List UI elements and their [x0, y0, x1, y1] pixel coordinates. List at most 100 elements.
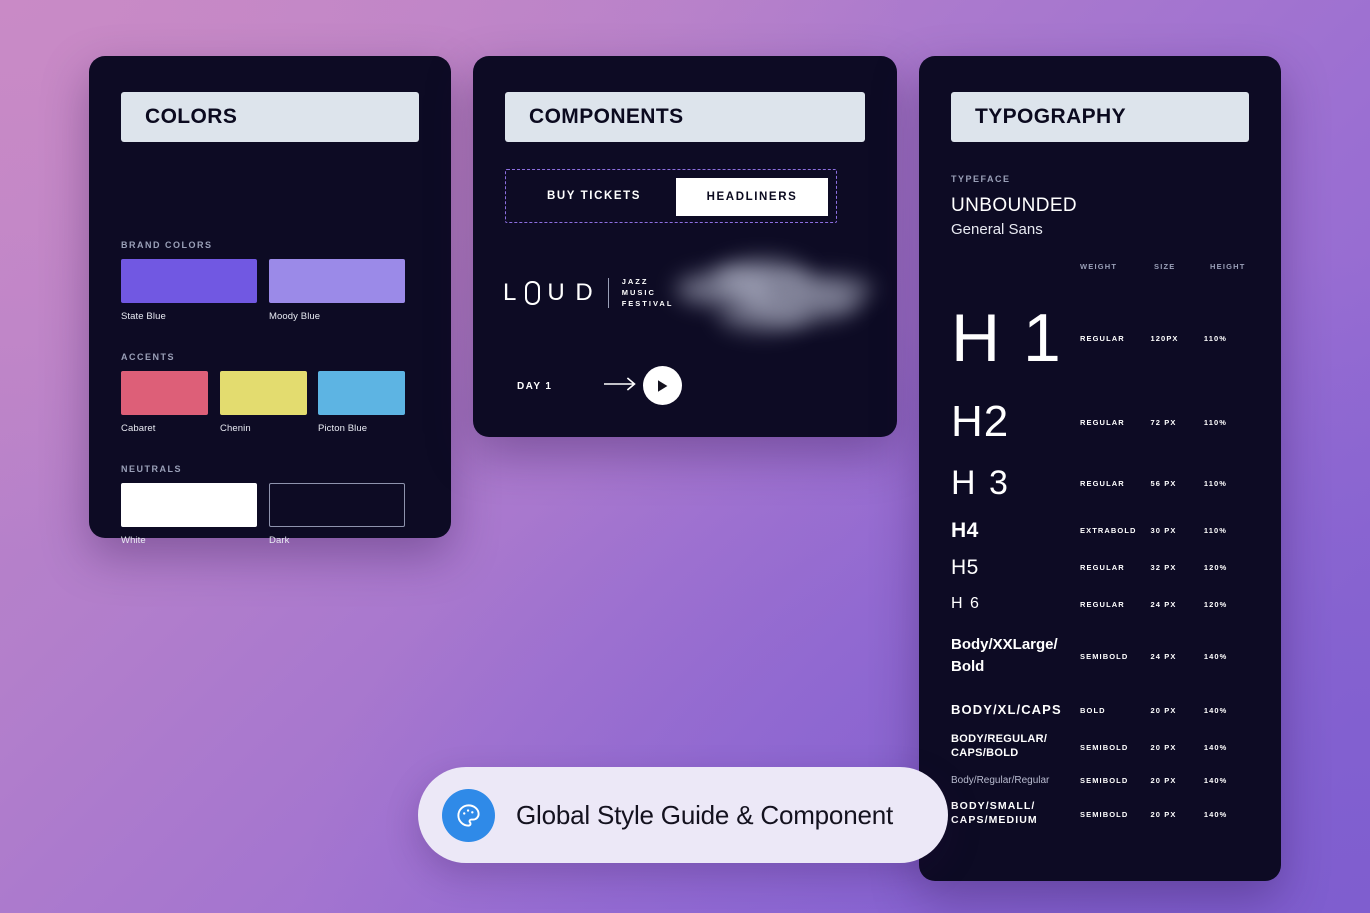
type-row-body-regular-caps: BODY/REGULAR/ CAPS/BOLD SEMIBOLD 20 PX 1… [951, 731, 1261, 763]
type-weight: SEMIBOLD [1080, 651, 1129, 661]
type-row-body-xxlarge: Body/XXLarge/ Bold SEMIBOLD 24 PX 140% [951, 632, 1261, 680]
type-sample: H2 [951, 397, 1010, 446]
type-size: 24 PX [1150, 651, 1177, 661]
logo-subtitle-line1: JAZZ [621, 277, 649, 286]
type-height: 120% [1203, 599, 1228, 609]
type-size: 20 PX [1150, 742, 1177, 752]
swatch-chenin[interactable]: Chenin [220, 371, 307, 434]
column-header-weight: WEIGHT [1080, 262, 1118, 271]
colors-panel-header: COLORS [121, 92, 419, 142]
logo-letter-l: L [503, 279, 519, 307]
typography-panel-title: TYPOGRAPHY [975, 105, 1127, 128]
logo-subtitle-line2: MUSIC [621, 287, 656, 297]
typography-panel-header: TYPOGRAPHY [951, 92, 1249, 142]
logo-o-icon [525, 281, 541, 306]
type-sample: BODY/XL/CAPS [951, 701, 1062, 717]
section-label-accents: ACCENTS [121, 352, 176, 362]
swatch-picton-blue[interactable]: Picton Blue [318, 371, 405, 434]
type-sample: H 1 [951, 300, 1063, 376]
type-sample: H 3 [951, 464, 1010, 502]
headliners-button[interactable]: HEADLINERS [676, 178, 828, 216]
type-weight: SEMIBOLD [1080, 742, 1129, 752]
type-sample: H5 [951, 555, 979, 579]
typeface-secondary-name: General Sans [951, 221, 1043, 238]
play-icon [658, 379, 668, 392]
type-size: 32 PX [1150, 562, 1177, 572]
type-height: 110% [1203, 417, 1228, 427]
type-sample: Body/XXLarge/ Bold [951, 635, 1058, 676]
typography-column-headers: WEIGHT SIZE HEIGHT [1080, 262, 1270, 271]
arrow-right-icon[interactable] [603, 376, 638, 396]
components-panel-header: COMPONENTS [505, 92, 865, 142]
type-size: 20 PX [1150, 705, 1177, 715]
swatch-moody-blue[interactable]: Moody Blue [269, 259, 405, 322]
swatch-name: White [121, 535, 146, 546]
day-label: DAY 1 [517, 380, 553, 392]
play-button[interactable] [643, 366, 682, 405]
type-sample: BODY/SMALL/ CAPS/MEDIUM [951, 800, 1038, 826]
swatch-name: State Blue [121, 311, 166, 322]
caption-text: Global Style Guide & Component [516, 799, 893, 830]
type-size: 72 PX [1150, 417, 1177, 427]
type-height: 110% [1203, 478, 1228, 488]
swatch-dark[interactable]: Dark [269, 483, 405, 546]
type-row-body-small-caps: BODY/SMALL/ CAPS/MEDIUM SEMIBOLD 20 PX 1… [951, 798, 1261, 830]
swatch-chip [269, 483, 405, 527]
type-row-h2: H2 REGULAR 72 PX 110% [951, 396, 1261, 448]
type-row-h6: H 6 REGULAR 24 PX 120% [951, 592, 1261, 616]
type-weight: REGULAR [1080, 478, 1125, 488]
swatch-white[interactable]: White [121, 483, 257, 546]
swatch-chip [318, 371, 405, 415]
column-header-height: HEIGHT [1210, 262, 1246, 271]
section-label-neutrals: NEUTRALS [121, 464, 182, 474]
type-weight: EXTRABOLD [1080, 525, 1137, 535]
type-height: 110% [1203, 525, 1228, 535]
type-row-h1: H 1 REGULAR 120PX 110% [951, 300, 1261, 376]
palette-icon [442, 788, 495, 842]
type-height: 140% [1203, 775, 1228, 785]
loud-logo: L U D JAZZ MUSIC FESTIVAL [503, 277, 673, 310]
type-weight: REGULAR [1080, 417, 1125, 427]
type-size: 120PX [1150, 333, 1179, 343]
logo-wordmark: L U D [503, 279, 595, 307]
type-weight: SEMIBOLD [1080, 775, 1129, 785]
typeface-label: TYPEFACE [951, 174, 1011, 184]
type-size: 24 PX [1150, 599, 1177, 609]
type-row-body-xl-caps: BODY/XL/CAPS BOLD 20 PX 140% [951, 698, 1261, 722]
type-sample: Body/Regular/Regular [951, 774, 1050, 786]
type-size: 20 PX [1150, 809, 1177, 819]
swatch-cabaret[interactable]: Cabaret [121, 371, 208, 434]
type-height: 110% [1203, 333, 1228, 343]
caption-pill[interactable]: Global Style Guide & Component [418, 767, 948, 863]
type-sample: H4 [951, 518, 979, 542]
type-height: 140% [1203, 742, 1228, 752]
type-height: 140% [1203, 705, 1228, 715]
type-weight: REGULAR [1080, 333, 1125, 343]
day-navigation-row: DAY 1 [517, 366, 817, 406]
type-row-h5: H5 REGULAR 32 PX 120% [951, 553, 1261, 581]
type-height: 120% [1203, 562, 1228, 572]
swatch-state-blue[interactable]: State Blue [121, 259, 257, 322]
type-row-h3: H 3 REGULAR 56 PX 110% [951, 462, 1261, 504]
swatch-chip [220, 371, 307, 415]
colors-panel-title: COLORS [145, 105, 238, 128]
button-group: BUY TICKETS HEADLINERS [505, 169, 837, 223]
components-panel-title: COMPONENTS [529, 105, 684, 128]
swatch-chip [121, 259, 257, 303]
swatch-name: Moody Blue [269, 311, 321, 322]
logo-subtitle: JAZZ MUSIC FESTIVAL [622, 277, 674, 310]
logo-subtitle-line3: FESTIVAL [621, 298, 674, 308]
typeface-primary-name: UNBOUNDED [951, 195, 1078, 216]
swatch-name: Chenin [220, 423, 251, 434]
type-sample: H 6 [951, 595, 981, 612]
swatch-name: Dark [269, 535, 290, 546]
column-header-size: SIZE [1154, 262, 1176, 271]
style-guide-stage: COLORS BRAND COLORS State Blue Moody Blu… [0, 0, 1370, 913]
buy-tickets-button[interactable]: BUY TICKETS [547, 190, 641, 202]
type-row-h4: H4 EXTRABOLD 30 PX 110% [951, 516, 1261, 544]
type-size: 20 PX [1150, 775, 1177, 785]
type-sample: BODY/REGULAR/ CAPS/BOLD [951, 733, 1048, 759]
swatch-chip [121, 483, 257, 527]
logo-letters-ud: U D [547, 279, 595, 307]
swatch-name: Cabaret [121, 423, 156, 434]
